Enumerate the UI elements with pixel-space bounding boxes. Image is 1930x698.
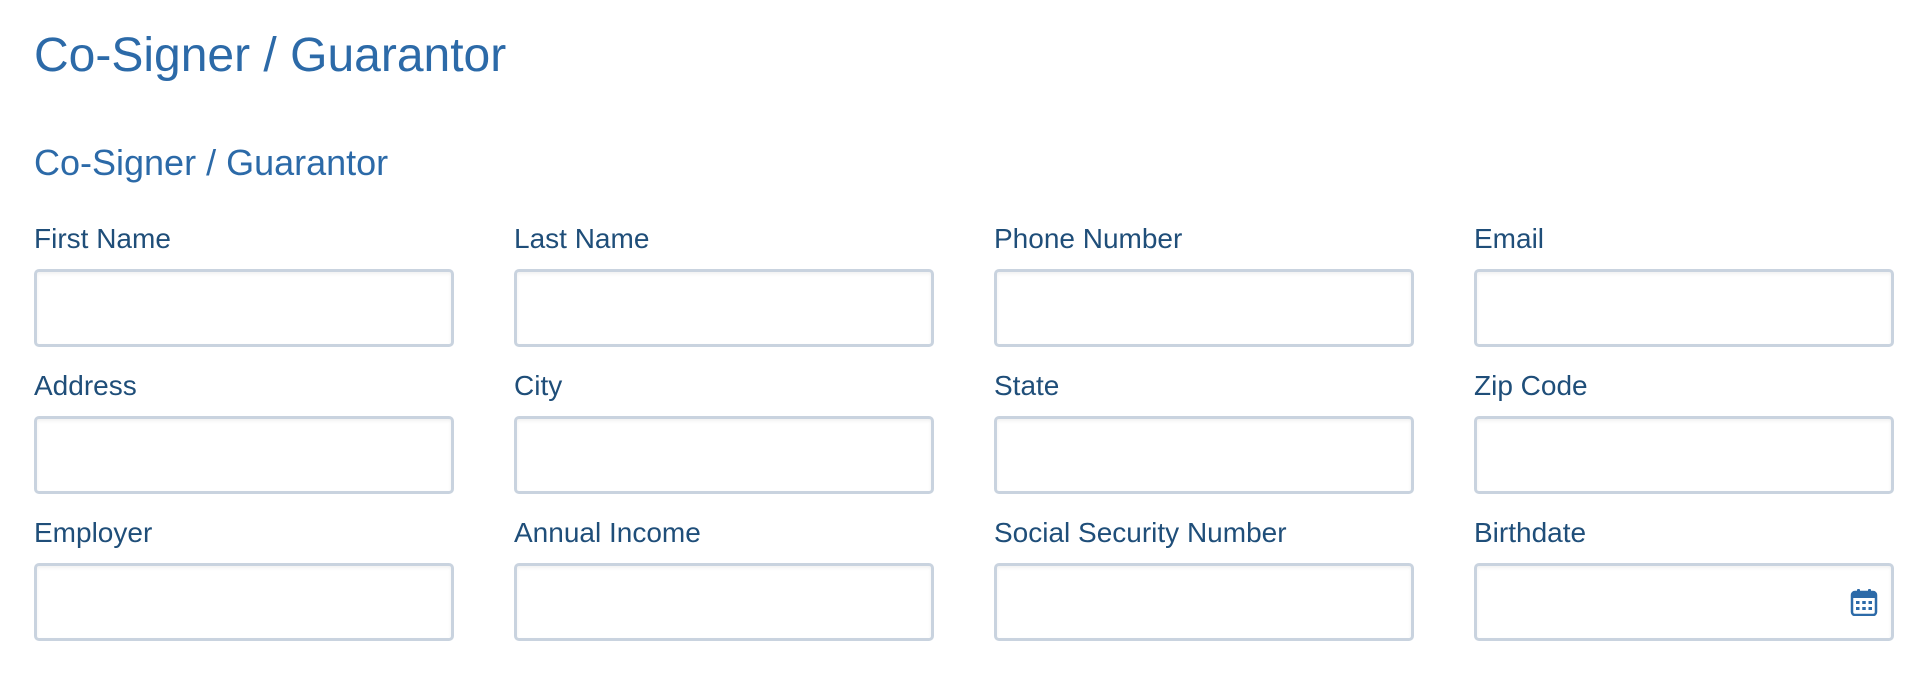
ssn-group: Social Security Number — [994, 516, 1414, 663]
city-group: City — [514, 369, 934, 516]
email-label: Email — [1474, 223, 1545, 254]
employer-input[interactable] — [34, 563, 454, 641]
last-name-group: Last Name — [514, 222, 934, 369]
employer-group: Employer — [34, 516, 454, 663]
first-name-label: First Name — [34, 223, 171, 254]
ssn-label: Social Security Number — [994, 517, 1287, 548]
phone-number-input[interactable] — [994, 269, 1414, 347]
birthdate-group: Birthdate — [1474, 516, 1894, 663]
last-name-input[interactable] — [514, 269, 934, 347]
calendar-icon[interactable] — [1850, 588, 1878, 617]
annual-income-input[interactable] — [514, 563, 934, 641]
address-label: Address — [34, 370, 137, 401]
city-input[interactable] — [514, 416, 934, 494]
cosigner-form: First Name Last Name Phone Number Email … — [34, 222, 1896, 663]
zip-code-input[interactable] — [1474, 416, 1894, 494]
annual-income-label: Annual Income — [514, 517, 701, 548]
section-title: Co-Signer / Guarantor — [34, 142, 389, 183]
state-input[interactable] — [994, 416, 1414, 494]
email-input[interactable] — [1474, 269, 1894, 347]
phone-number-label: Phone Number — [994, 223, 1183, 254]
first-name-input[interactable] — [34, 269, 454, 347]
zip-code-label: Zip Code — [1474, 370, 1588, 401]
state-group: State — [994, 369, 1414, 516]
phone-number-group: Phone Number — [994, 222, 1414, 369]
last-name-label: Last Name — [514, 223, 650, 254]
birthdate-label: Birthdate — [1474, 517, 1587, 548]
employer-label: Employer — [34, 517, 153, 548]
city-label: City — [514, 370, 563, 401]
address-group: Address — [34, 369, 454, 516]
birthdate-input[interactable] — [1474, 563, 1894, 641]
page-title: Co-Signer / Guarantor — [34, 29, 507, 82]
email-group: Email — [1474, 222, 1894, 369]
first-name-group: First Name — [34, 222, 454, 369]
state-label: State — [994, 370, 1060, 401]
ssn-input[interactable] — [994, 563, 1414, 641]
annual-income-group: Annual Income — [514, 516, 934, 663]
zip-code-group: Zip Code — [1474, 369, 1894, 516]
address-input[interactable] — [34, 416, 454, 494]
